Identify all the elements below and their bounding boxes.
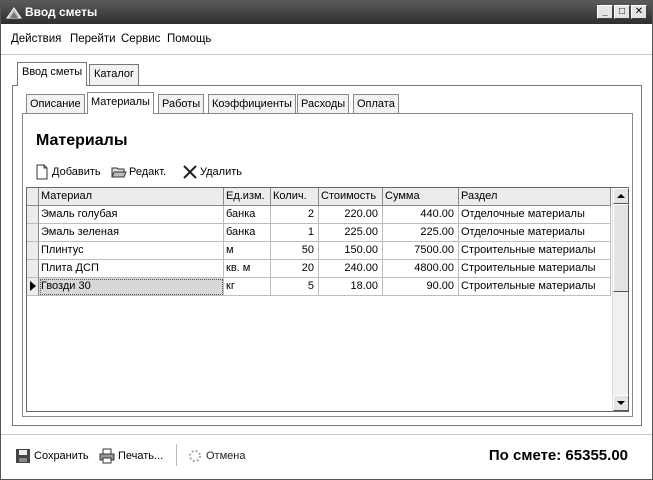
new-document-icon [36,164,48,180]
grid-cell-unit[interactable]: м [224,242,271,260]
add-label: Добавить [52,166,101,178]
menu-service[interactable]: Сервис [121,33,160,45]
tab-estimate-input[interactable]: Ввод сметы [17,62,88,86]
grid-cell-sum[interactable]: 4800.00 [383,260,459,278]
current-row-arrow-icon [30,281,36,291]
cancel-label: Отмена [206,450,246,462]
window-title: Ввод сметы [25,5,98,19]
tab-description[interactable]: Описание [26,94,85,113]
footer-vertical-divider [176,444,177,466]
grid-cell-quantity[interactable]: 5 [271,278,319,296]
menu-go[interactable]: Перейти [70,33,116,45]
section-title: Материалы [36,132,128,149]
grid-cell-material[interactable]: Гвозди 30 [39,278,224,296]
delete-x-icon [183,165,197,179]
row-indicator[interactable] [27,224,39,242]
print-label: Печать... [118,450,164,462]
close-button[interactable]: ✕ [631,5,647,19]
grid-cell-material[interactable]: Плинтус [39,242,224,260]
grid-cell-unit[interactable]: банка [224,206,271,224]
tab-catalog[interactable]: Каталог [89,64,139,85]
grid-cell-section[interactable]: Отделочные материалы [459,224,611,242]
column-header-sum[interactable]: Сумма [383,188,459,206]
scroll-thumb[interactable] [613,204,629,292]
menu-bar: Действия Перейти Сервис Помощь [1,31,652,49]
grid-cell-sum[interactable]: 225.00 [383,224,459,242]
tab-works[interactable]: Работы [158,94,205,113]
grid-cell-unit[interactable]: банка [224,224,271,242]
title-bar[interactable]: Ввод сметы _ □ ✕ [1,1,652,24]
grid-cell-quantity[interactable]: 20 [271,260,319,278]
grid-cell-section[interactable]: Отделочные материалы [459,206,611,224]
grid-cell-material[interactable]: Эмаль зеленая [39,224,224,242]
cancel-icon [189,450,201,462]
save-label: Сохранить [34,450,89,462]
grid-cell-material[interactable]: Плита ДСП [39,260,224,278]
estimate-window: Ввод сметы _ □ ✕ Действия Перейти Сервис… [0,0,653,480]
grid-cell-material[interactable]: Эмаль голубая [39,206,224,224]
grid-cell-unit[interactable]: кг [224,278,271,296]
grid-header-corner [27,188,39,206]
grid-cell-price[interactable]: 150.00 [319,242,383,260]
grid-cell-quantity[interactable]: 50 [271,242,319,260]
grid-cell-sum[interactable]: 440.00 [383,206,459,224]
arrow-down-icon [617,401,625,405]
grid-cell-price[interactable]: 220.00 [319,206,383,224]
column-header-price[interactable]: Стоимость [319,188,383,206]
grid-cell-quantity[interactable]: 1 [271,224,319,242]
row-indicator[interactable] [27,278,39,296]
column-header-section[interactable]: Раздел [459,188,611,206]
materials-grid: Материал Ед.изм. Колич. Стоимость Сумма Разде… [26,187,629,412]
grid-area: Материал Ед.изм. Колич. Стоимость Сумма Разде… [27,188,612,411]
grid-cell-section[interactable]: Строительные материалы [459,242,611,260]
tab-coefficients[interactable]: Коэффициенты [208,94,296,113]
tab-materials[interactable]: Материалы [87,92,154,114]
grid-cell-price[interactable]: 225.00 [319,224,383,242]
grid-cell-section[interactable]: Строительные материалы [459,260,611,278]
footer-divider [1,434,652,435]
edit-label: Редакт. [129,166,167,178]
minimize-button[interactable]: _ [597,5,613,19]
estimate-total: По смете: 65355.00 [488,447,628,464]
grid-cell-quantity[interactable]: 2 [271,206,319,224]
column-header-material[interactable]: Материал [39,188,224,206]
vertical-scrollbar[interactable] [612,188,629,411]
column-header-unit[interactable]: Ед.изм. [224,188,271,206]
menu-actions[interactable]: Действия [11,33,61,45]
tab-payment[interactable]: Оплата [353,94,399,113]
row-indicator[interactable] [27,206,39,224]
grid-cell-sum[interactable]: 7500.00 [383,242,459,260]
floppy-disk-icon [16,449,30,463]
row-indicator[interactable] [27,242,39,260]
delete-label: Удалить [200,166,242,178]
open-folder-icon [111,167,127,178]
app-icon [6,7,22,19]
column-header-quantity[interactable]: Колич. [271,188,319,206]
menu-help[interactable]: Помощь [167,33,211,45]
grid-cell-section[interactable]: Строительные материалы [459,278,611,296]
arrow-up-icon [617,194,625,198]
grid-cell-unit[interactable]: кв. м [224,260,271,278]
grid-cell-sum[interactable]: 90.00 [383,278,459,296]
row-indicator[interactable] [27,260,39,278]
printer-icon [99,448,115,464]
menu-divider [1,54,652,55]
scroll-down-button[interactable] [613,395,629,411]
maximize-button[interactable]: □ [614,5,630,19]
tab-expenses[interactable]: Расходы [297,94,350,113]
scroll-up-button[interactable] [613,188,629,204]
grid-cell-price[interactable]: 18.00 [319,278,383,296]
grid-cell-price[interactable]: 240.00 [319,260,383,278]
